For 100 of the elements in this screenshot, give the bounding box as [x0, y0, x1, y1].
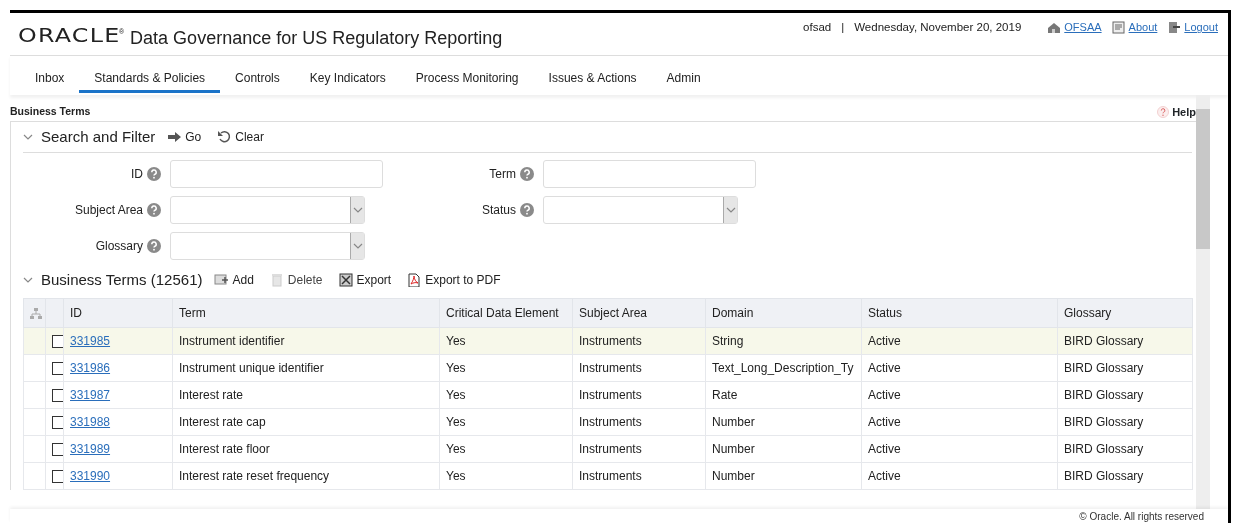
nav-tab[interactable]: Standards & Policies: [79, 56, 221, 93]
app-title: Data Governance for US Regulatory Reporting: [130, 27, 503, 50]
undo-icon: [217, 130, 232, 144]
table-cell: Instruments: [579, 334, 642, 348]
column-header: Term: [172, 298, 440, 328]
toolbar-button[interactable]: Export to PDF: [403, 271, 505, 289]
table-cell: Active: [868, 361, 901, 375]
table-cell: Yes: [446, 442, 466, 456]
id-link[interactable]: 331985: [70, 334, 111, 348]
table-cell: Yes: [446, 334, 466, 348]
door-icon: [1167, 21, 1182, 35]
spreadsheet-icon: [338, 273, 353, 287]
add-icon: [214, 273, 229, 287]
table-cell: BIRD Glossary: [1064, 334, 1144, 348]
hierarchy-icon: [30, 308, 42, 320]
header-link[interactable]: OFSAA: [1047, 19, 1102, 36]
help-icon: [1157, 106, 1170, 118]
copyright-text: © Oracle. All rights reserved: [1079, 511, 1204, 522]
checkbox[interactable]: [52, 335, 63, 349]
section-title: Search and Filter: [41, 126, 156, 147]
column-header: Glossary: [1057, 298, 1193, 328]
document-icon: [1111, 21, 1126, 35]
table-cell: Instrument unique identifier: [179, 361, 324, 375]
dropdown-field[interactable]: [543, 196, 738, 224]
column-header: Domain: [705, 298, 862, 328]
section-title: Business Terms (12561): [41, 269, 203, 290]
help-link[interactable]: Help: [1157, 103, 1196, 121]
header-link[interactable]: About: [1111, 19, 1158, 36]
table-cell: Yes: [446, 361, 466, 375]
table-cell: Instruments: [579, 442, 642, 456]
table-cell: Yes: [446, 469, 466, 483]
table-cell: Interest rate reset frequency: [179, 469, 330, 483]
table-cell: Active: [868, 442, 901, 456]
header-link[interactable]: Logout: [1167, 19, 1218, 36]
table-cell: Number: [712, 469, 755, 483]
table-cell: Active: [868, 469, 901, 483]
field-label: Glossary: [95, 238, 143, 255]
nav-tab[interactable]: Issues & Actions: [533, 56, 652, 93]
table-cell: Instrument identifier: [179, 334, 285, 348]
nav-tab[interactable]: Admin: [651, 56, 716, 93]
caret-icon: [352, 242, 363, 250]
checkbox[interactable]: [52, 389, 63, 403]
field-label: ID: [131, 166, 143, 183]
home-icon: [1047, 21, 1062, 35]
checkbox[interactable]: [52, 443, 63, 457]
scroll-thumb[interactable]: [1196, 109, 1210, 249]
input-field[interactable]: [170, 160, 383, 188]
toolbar-button[interactable]: Export: [334, 271, 396, 289]
table-cell: BIRD Glossary: [1064, 388, 1144, 402]
dropdown-field[interactable]: [170, 196, 365, 224]
table-cell: Rate: [712, 388, 738, 402]
field-label: Subject Area: [74, 202, 143, 219]
toolbar-button[interactable]: Add: [210, 271, 258, 289]
id-link[interactable]: 331990: [70, 469, 111, 483]
nav-tab[interactable]: Process Monitoring: [400, 56, 534, 93]
table-cell: Interest rate cap: [179, 415, 266, 429]
nav-tab[interactable]: Key Indicators: [294, 56, 401, 93]
panel-title: Business Terms: [10, 104, 91, 120]
id-link[interactable]: 331988: [70, 415, 111, 429]
table-cell: Active: [868, 334, 901, 348]
help-icon: [520, 167, 534, 181]
id-link[interactable]: 331987: [70, 388, 111, 402]
table-cell: String: [712, 334, 744, 348]
toolbar-button[interactable]: Clear: [213, 128, 268, 146]
checkbox[interactable]: [52, 362, 63, 376]
field-label: Term: [489, 166, 516, 183]
dropdown-field[interactable]: [170, 232, 365, 260]
checkbox[interactable]: [52, 470, 63, 484]
column-header: Subject Area: [572, 298, 706, 328]
table-cell: Instruments: [579, 469, 642, 483]
table-cell: Number: [712, 442, 755, 456]
input-field[interactable]: [543, 160, 756, 188]
date-text: Wednesday, November 20, 2019: [854, 20, 1022, 35]
pdf-icon: [407, 273, 422, 287]
table-cell: Active: [868, 388, 901, 402]
table-cell: Instruments: [579, 415, 642, 429]
table-cell: Interest rate: [179, 388, 244, 402]
caret-icon: [352, 206, 363, 214]
scrollbar[interactable]: [1196, 95, 1210, 509]
nav-tab[interactable]: Controls: [220, 56, 295, 93]
user-name: ofsad: [803, 20, 832, 35]
column-header: Status: [861, 298, 1058, 328]
table-cell: Active: [868, 415, 901, 429]
field-label: Status: [481, 202, 516, 219]
toolbar-button[interactable]: Go: [163, 128, 206, 146]
id-link[interactable]: 331989: [70, 442, 111, 456]
table-cell: Text_Long_Description_Ty: [712, 361, 854, 375]
table-cell: Instruments: [579, 361, 642, 375]
caret-icon: [725, 206, 736, 214]
table-cell: BIRD Glossary: [1064, 361, 1144, 375]
help-icon: [520, 203, 534, 217]
column-header: Critical Data Element: [439, 298, 573, 328]
checkbox[interactable]: [52, 416, 63, 430]
table-cell: BIRD Glossary: [1064, 469, 1144, 483]
column-header: ID: [63, 298, 173, 328]
help-icon: [147, 203, 161, 217]
trash-icon: [269, 273, 284, 287]
table-cell: BIRD Glossary: [1064, 442, 1144, 456]
id-link[interactable]: 331986: [70, 361, 111, 375]
nav-tab[interactable]: Inbox: [20, 56, 80, 93]
